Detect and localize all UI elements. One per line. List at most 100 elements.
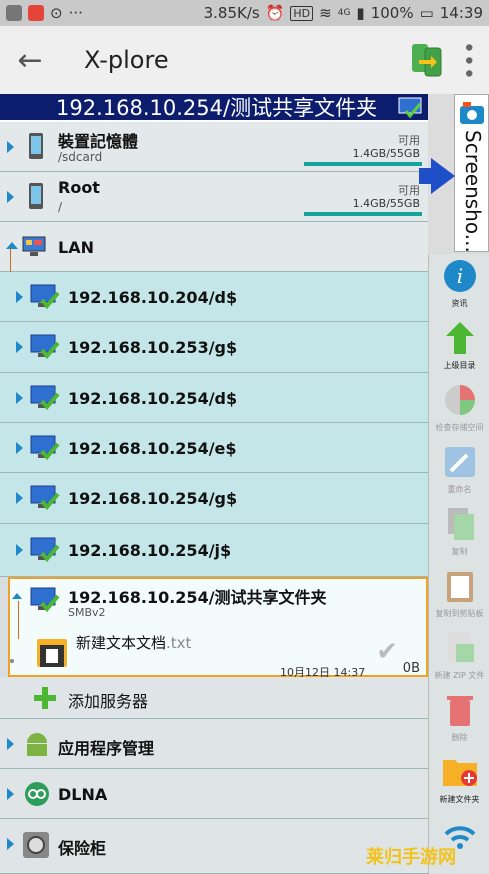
add-server-row[interactable]: 添加服务器 <box>0 677 428 719</box>
selected-share-panel[interactable]: 192.168.10.254/测试共享文件夹 SMBv2 新建文本文档.txt … <box>8 577 428 679</box>
expand-arrow-icon[interactable] <box>16 544 23 556</box>
copy-clipboard-button[interactable]: 复制到剪贴板 <box>429 568 489 619</box>
zip-icon <box>447 632 474 662</box>
wifi-icon: ≋ <box>319 4 332 22</box>
expand-arrow-icon[interactable] <box>7 191 14 203</box>
current-path: 192.168.10.254/测试共享文件夹 <box>56 96 378 120</box>
volume-size: 1.4GB/55GB <box>352 147 420 160</box>
sync-icon: ⊙ <box>50 4 63 22</box>
share-name: 192.168.10.254/g$ <box>68 489 238 508</box>
phone-icon <box>29 133 43 159</box>
app-manager-row[interactable]: 应用程序管理 <box>0 719 428 769</box>
info-label: 资讯 <box>451 299 468 308</box>
file-name: 新建文本文档 <box>76 634 167 652</box>
file-size: 0B <box>402 661 420 676</box>
alarm-icon: ⏰ <box>265 4 285 22</box>
network-share-icon <box>30 485 60 511</box>
more-options-icon[interactable]: ••• <box>455 41 480 80</box>
storage-check-label: 检查存储空间 <box>435 423 484 432</box>
share-name: 192.168.10.254/j$ <box>68 541 232 560</box>
volume-usage-bar <box>304 212 422 216</box>
share-row[interactable]: 192.168.10.254/e$ <box>0 423 428 473</box>
pencil-icon <box>444 447 475 477</box>
volume-avail-label: 可用 <box>398 184 420 197</box>
pie-chart-icon <box>444 385 475 415</box>
share-row[interactable]: 192.168.10.204/d$ <box>0 272 428 322</box>
lan-row[interactable]: LAN <box>0 222 428 272</box>
dots-icon: ··· <box>68 4 83 22</box>
clock: 14:39 <box>439 4 483 22</box>
expand-arrow-icon[interactable] <box>16 442 23 454</box>
network-share-icon <box>30 587 60 613</box>
file-extension: .txt <box>166 634 192 652</box>
gallery-icon <box>6 5 22 21</box>
drag-arrow-icon <box>419 158 455 194</box>
up-arrow-icon <box>445 322 474 354</box>
parent-folder-label: 上级目录 <box>443 361 476 370</box>
delete-button[interactable]: 删除 <box>429 692 489 743</box>
copy-clipboard-label: 复制到剪贴板 <box>435 609 484 618</box>
app-manager-label: 应用程序管理 <box>58 739 155 758</box>
info-button[interactable]: i 资讯 <box>429 258 489 309</box>
volume-avail-label: 可用 <box>398 134 420 147</box>
share-name: 192.168.10.204/d$ <box>68 288 238 307</box>
app-title: X-plore <box>84 46 169 74</box>
collapse-arrow-icon[interactable] <box>6 242 18 249</box>
volume-path: /sdcard <box>58 150 103 164</box>
lan-icon <box>22 236 46 256</box>
share-name: 192.168.10.254/d$ <box>68 389 238 408</box>
new-folder-icon <box>442 760 477 786</box>
dlna-label: DLNA <box>58 785 108 804</box>
network-share-icon <box>30 537 60 563</box>
vault-row[interactable]: 保险柜 <box>0 819 428 874</box>
phone-icon <box>29 183 43 209</box>
hd-badge: HD <box>290 5 314 21</box>
file-name-wrap: 新建文本文档.txt <box>76 632 191 653</box>
add-icon <box>34 687 56 709</box>
volume-name: Root <box>58 178 100 197</box>
screenshot-label: Screensho... <box>461 130 485 253</box>
back-arrow-icon[interactable]: ← <box>0 43 60 78</box>
expand-arrow-icon[interactable] <box>16 492 23 504</box>
dual-pane-icon[interactable] <box>411 42 443 78</box>
new-folder-button[interactable]: 新建文件夹 <box>429 754 489 805</box>
storage-check-button[interactable]: 检查存储空间 <box>429 382 489 433</box>
text-file-icon <box>37 639 67 667</box>
collapse-arrow-icon[interactable] <box>12 593 22 599</box>
share-row[interactable]: 192.168.10.253/g$ <box>0 322 428 373</box>
expand-arrow-icon[interactable] <box>16 341 23 353</box>
expand-arrow-icon[interactable] <box>7 838 14 850</box>
vault-label: 保险柜 <box>58 839 107 858</box>
share-row[interactable]: 192.168.10.254/j$ <box>0 524 428 577</box>
dlna-row[interactable]: DLNA <box>0 769 428 819</box>
camera-icon <box>460 102 484 124</box>
rename-button[interactable]: 重命名 <box>429 444 489 495</box>
info-icon: i <box>443 260 476 292</box>
android-icon <box>27 733 47 756</box>
dlna-icon <box>25 782 49 806</box>
volume-row-internal[interactable]: 裝置記憶體 /sdcard 可用 1.4GB/55GB <box>0 122 428 172</box>
new-folder-label: 新建文件夹 <box>439 795 480 804</box>
expand-arrow-icon[interactable] <box>16 392 23 404</box>
network-share-icon <box>30 435 60 461</box>
share-row[interactable]: 192.168.10.254/d$ <box>0 373 428 423</box>
copy-button[interactable]: 复制 <box>429 506 489 557</box>
status-bar: ⊙ ··· 3.85K/s ⏰ HD ≋ 4G ▮ 100% ▭ 14:39 <box>0 0 489 26</box>
delete-label: 删除 <box>451 733 468 742</box>
share-name: 192.168.10.254/e$ <box>68 439 237 458</box>
network-folder-icon <box>398 97 422 119</box>
lan-label: LAN <box>58 238 94 257</box>
expand-arrow-icon[interactable] <box>7 788 14 800</box>
expand-arrow-icon[interactable] <box>7 738 14 750</box>
parent-folder-button[interactable]: 上级目录 <box>429 320 489 371</box>
expand-arrow-icon[interactable] <box>16 291 23 303</box>
expand-arrow-icon[interactable] <box>7 141 14 153</box>
share-row[interactable]: 192.168.10.254/g$ <box>0 473 428 524</box>
app-toolbar: ← X-plore ••• <box>0 26 489 94</box>
new-zip-button[interactable]: 新建 ZIP 文件 <box>429 630 489 681</box>
checkmark-icon[interactable]: ✔ <box>376 637 398 667</box>
volume-row-root[interactable]: Root / 可用 1.4GB/55GB <box>0 172 428 222</box>
watermark: 莱归手游网 <box>366 847 456 868</box>
path-bar: 192.168.10.254/测试共享文件夹 <box>0 94 428 122</box>
volume-usage-bar <box>304 162 422 166</box>
